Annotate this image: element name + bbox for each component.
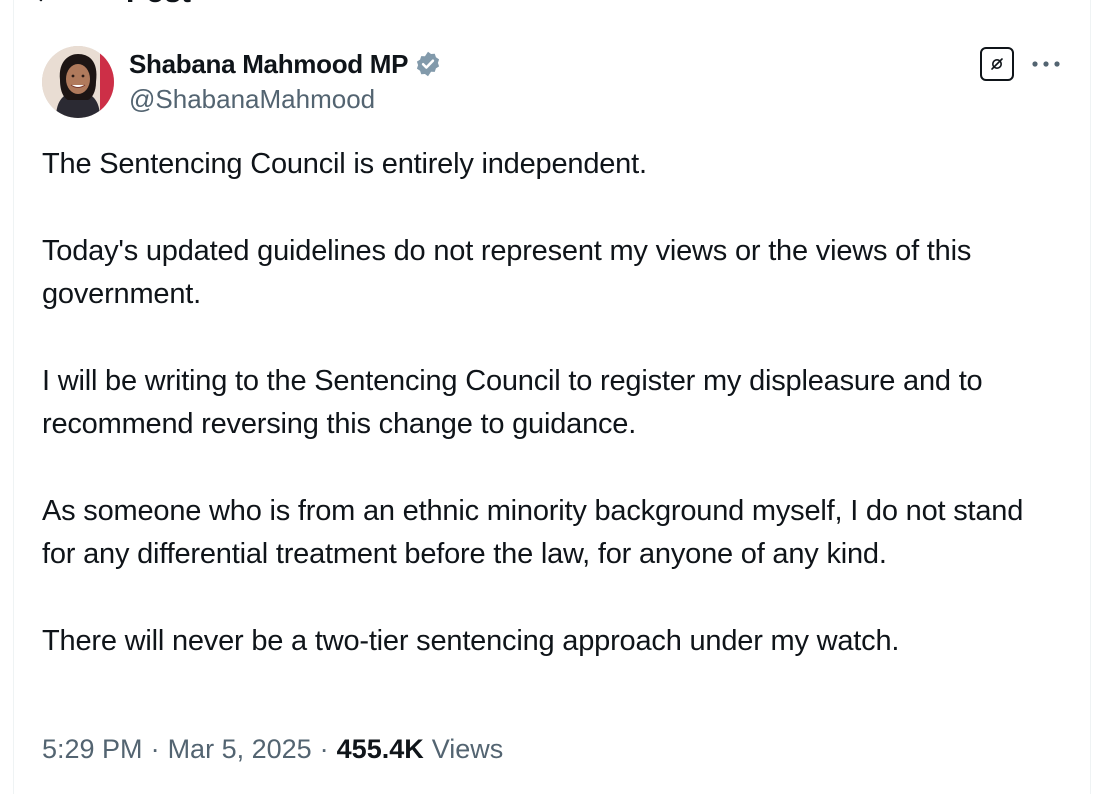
page-title: Post xyxy=(126,0,191,8)
author-handle[interactable]: @ShabanaMahmood xyxy=(129,84,375,115)
author-display-name[interactable]: Shabana Mahmood MP xyxy=(129,49,408,80)
meta-separator: · xyxy=(150,734,160,764)
tweet-meta: 5:29 PM · Mar 5, 2025 · 455.4K Views xyxy=(42,734,503,765)
views-label: Views xyxy=(431,734,504,764)
tweet-paragraph: I will be writing to the Sentencing Coun… xyxy=(42,365,983,440)
views-count[interactable]: 455.4K xyxy=(337,734,424,765)
author-name-row[interactable]: Shabana Mahmood MP xyxy=(129,47,442,81)
tweet-paragraph: Today's updated guidelines do not repres… xyxy=(42,235,972,310)
back-arrow-icon[interactable] xyxy=(30,0,54,5)
page-header: Post xyxy=(30,0,191,8)
grok-icon[interactable] xyxy=(980,47,1014,81)
avatar[interactable] xyxy=(42,46,114,118)
tweet-paragraph: There will never be a two-tier sentencin… xyxy=(42,625,900,657)
tweet-date[interactable]: Mar 5, 2025 xyxy=(168,734,312,765)
verified-badge-icon[interactable] xyxy=(414,50,442,78)
tweet-paragraph: The Sentencing Council is entirely indep… xyxy=(42,148,647,180)
tweet-paragraph: As someone who is from an ethnic minorit… xyxy=(42,495,1024,570)
more-icon[interactable] xyxy=(1028,52,1064,76)
meta-separator: · xyxy=(319,734,329,764)
tweet-time[interactable]: 5:29 PM xyxy=(42,734,143,765)
tweet-text: The Sentencing Council is entirely indep… xyxy=(42,143,1062,707)
